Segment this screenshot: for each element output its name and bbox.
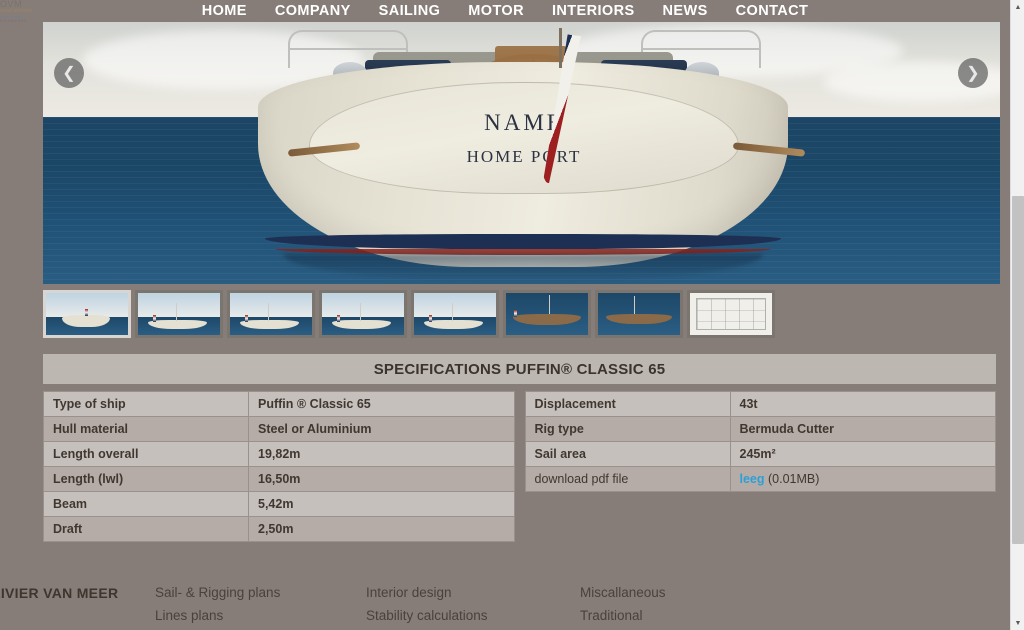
nav-item-motor[interactable]: MOTOR <box>454 3 538 19</box>
spec-key: Hull material <box>43 416 249 442</box>
spec-key: Draft <box>43 516 249 542</box>
footer-link-lines-plans[interactable]: Lines plans <box>155 608 280 623</box>
thumb-sky <box>138 293 220 317</box>
table-row: Displacement 43t <box>524 391 996 417</box>
footer-column-3: Miscallaneous Traditional <box>580 585 666 630</box>
thumb-sky <box>414 293 496 317</box>
footer-brand: LIVIER VAN MEER <box>0 585 119 601</box>
footer-column-1: Sail- & Rigging plans Lines plans <box>155 585 280 630</box>
thumbnail-item[interactable] <box>411 290 499 338</box>
download-label: download pdf file <box>524 466 731 492</box>
spec-value: 5,42m <box>248 491 515 517</box>
vertical-scrollbar[interactable]: ▲ ▼ <box>1010 0 1024 630</box>
nav-item-interiors[interactable]: INTERIORS <box>538 3 649 19</box>
spec-key: Displacement <box>524 391 731 417</box>
thumb-flag <box>152 314 156 322</box>
specifications-table-right: Displacement 43t Rig type Bermuda Cutter… <box>524 391 997 492</box>
spec-key: Beam <box>43 491 249 517</box>
thumbnail-item[interactable] <box>135 290 223 338</box>
hero-slideshow[interactable]: NAME HOME PORT ❮ ❯ <box>43 22 1000 284</box>
pdf-download-link[interactable]: leeg <box>740 472 765 486</box>
spec-key: Length (lwl) <box>43 466 249 492</box>
spec-value: 19,82m <box>248 441 515 467</box>
main-navigation: HOME COMPANY SAILING MOTOR INTERIORS NEW… <box>0 0 1010 22</box>
spec-value: 245m² <box>729 441 996 467</box>
thumb-sky <box>322 293 404 317</box>
spec-value: Bermuda Cutter <box>729 416 996 442</box>
page-viewport: OVM naval architect yacht design ENGINEE… <box>0 0 1024 630</box>
thumb-flag <box>428 314 432 322</box>
thumb-mast <box>548 294 550 314</box>
footer-link-traditional[interactable]: Traditional <box>580 608 666 623</box>
thumbnail-item[interactable] <box>43 290 131 338</box>
nav-item-sailing[interactable]: SAILING <box>365 3 455 19</box>
thumb-sky <box>230 293 312 317</box>
flag-staff <box>559 28 562 68</box>
spec-value: Steel or Aluminium <box>248 416 515 442</box>
download-value: leeg (0.01MB) <box>729 466 996 492</box>
spec-key: Rig type <box>524 416 731 442</box>
table-row: Draft 2,50m <box>43 516 515 542</box>
transom-port-text: HOME PORT <box>466 147 582 166</box>
thumbnail-item[interactable] <box>687 290 775 338</box>
thumbnail-item[interactable] <box>595 290 683 338</box>
specifications-table-left: Type of ship Puffin ® Classic 65 Hull ma… <box>43 391 515 542</box>
spec-value: 16,50m <box>248 466 515 492</box>
footer-link-interior-design[interactable]: Interior design <box>366 585 488 600</box>
thumb-mast <box>175 303 177 321</box>
thumbnail-item[interactable] <box>227 290 315 338</box>
footer-column-2: Interior design Stability calculations <box>366 585 488 630</box>
footer-link-miscallaneous[interactable]: Miscallaneous <box>580 585 666 600</box>
table-row: Hull material Steel or Aluminium <box>43 416 515 442</box>
thumb-flag <box>85 308 89 316</box>
carousel-next-icon[interactable]: ❯ <box>958 58 988 88</box>
scroll-down-icon[interactable]: ▼ <box>1011 616 1024 630</box>
thumb-mast <box>359 303 361 321</box>
table-row: Length overall 19,82m <box>43 441 515 467</box>
spec-key: Length overall <box>43 441 249 467</box>
water-reflection <box>283 254 763 282</box>
footer-link-stability-calculations[interactable]: Stability calculations <box>366 608 488 623</box>
footer-link-sail-rigging-plans[interactable]: Sail- & Rigging plans <box>155 585 280 600</box>
nav-item-contact[interactable]: CONTACT <box>722 3 823 19</box>
thumbnail-item[interactable] <box>503 290 591 338</box>
scroll-up-icon[interactable]: ▲ <box>1011 0 1024 14</box>
site-footer: LIVIER VAN MEER Sail- & Rigging plans Li… <box>0 560 1010 630</box>
thumb-flag <box>514 309 518 317</box>
spec-value: Puffin ® Classic 65 <box>248 391 515 417</box>
nav-item-news[interactable]: NEWS <box>649 3 722 19</box>
scrollbar-thumb[interactable] <box>1012 196 1024 544</box>
table-row-download: download pdf file leeg (0.01MB) <box>524 466 996 492</box>
spec-key: Type of ship <box>43 391 249 417</box>
thumb-mast <box>267 303 269 321</box>
table-row: Beam 5,42m <box>43 491 515 517</box>
yacht-stern-illustration: NAME HOME PORT <box>43 22 1000 284</box>
footer-brand-column: LIVIER VAN MEER <box>0 585 118 601</box>
spec-value: 43t <box>729 391 996 417</box>
carousel-prev-icon[interactable]: ❮ <box>54 58 84 88</box>
thumb-mast <box>451 303 453 321</box>
specifications-tables: Type of ship Puffin ® Classic 65 Hull ma… <box>43 391 996 542</box>
thumb-flag <box>336 314 340 322</box>
thumb-mast <box>634 295 636 314</box>
spec-value: 2,50m <box>248 516 515 542</box>
spec-key: Sail area <box>524 441 731 467</box>
transom-name-text: NAME <box>484 110 564 135</box>
specifications-title: SPECIFICATIONS PUFFIN® CLASSIC 65 <box>43 354 996 384</box>
nav-item-home[interactable]: HOME <box>188 3 261 19</box>
thumb-line-drawing <box>696 298 766 330</box>
table-row: Length (lwl) 16,50m <box>43 466 515 492</box>
thumbnail-item[interactable] <box>319 290 407 338</box>
thumb-flag <box>244 314 248 322</box>
table-row: Rig type Bermuda Cutter <box>524 416 996 442</box>
thumbnail-strip <box>43 290 1000 348</box>
table-row: Sail area 245m² <box>524 441 996 467</box>
boot-stripe <box>265 234 781 249</box>
table-row: Type of ship Puffin ® Classic 65 <box>43 391 515 417</box>
pdf-file-size: (0.01MB) <box>764 472 820 486</box>
nav-item-company[interactable]: COMPANY <box>261 3 365 19</box>
